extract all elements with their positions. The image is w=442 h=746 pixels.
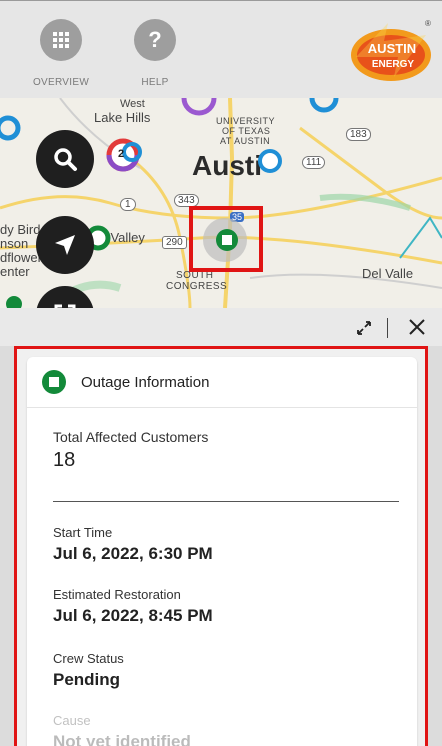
cause-field: Cause Not yet identified xyxy=(53,713,191,746)
restoration-field: Estimated Restoration Jul 6, 2022, 8:45 … xyxy=(53,587,213,626)
outage-status-icon xyxy=(42,370,66,394)
card-title: Outage Information xyxy=(81,373,210,391)
help-icon: ? xyxy=(134,19,176,61)
affected-field: Total Affected Customers 18 xyxy=(53,429,208,472)
help-label: HELP xyxy=(141,77,169,88)
cause-value: Not yet identified xyxy=(53,732,191,746)
outage-marker[interactable] xyxy=(181,98,217,116)
navigation-arrow-icon xyxy=(55,235,75,255)
crew-status-value: Pending xyxy=(53,670,121,689)
austin-energy-logo: AUSTIN ENERGY ® xyxy=(351,19,431,81)
top-bar: OVERVIEW ? HELP AUSTIN ENERGY ® xyxy=(0,0,442,99)
outage-panel: Outage Information Total Affected Custom… xyxy=(14,346,428,746)
search-button[interactable] xyxy=(36,130,94,188)
restoration-label: Estimated Restoration xyxy=(53,587,181,602)
outage-marker[interactable] xyxy=(0,115,21,141)
close-icon[interactable] xyxy=(406,316,428,338)
grid-icon xyxy=(40,19,82,61)
logo-text-energy: ENERGY xyxy=(372,59,415,70)
locate-button[interactable] xyxy=(36,216,94,274)
toolbar-divider xyxy=(387,318,388,338)
outage-marker[interactable] xyxy=(258,149,282,173)
section-divider xyxy=(53,501,399,502)
logo-text-austin: AUSTIN xyxy=(368,41,416,56)
overview-label: OVERVIEW xyxy=(32,77,90,88)
overview-button[interactable]: OVERVIEW xyxy=(26,19,96,88)
help-button[interactable]: ? HELP xyxy=(120,19,190,88)
registered-mark: ® xyxy=(425,19,431,28)
outage-marker[interactable] xyxy=(309,98,339,113)
affected-value: 18 xyxy=(53,449,76,471)
panel-toolbar xyxy=(0,308,442,346)
expand-icon[interactable] xyxy=(356,320,372,336)
search-icon xyxy=(54,148,77,171)
restoration-value: Jul 6, 2022, 8:45 PM xyxy=(53,606,213,625)
crew-status-label: Crew Status xyxy=(53,651,124,666)
cause-label: Cause xyxy=(53,713,91,728)
start-time-field: Start Time Jul 6, 2022, 6:30 PM xyxy=(53,525,213,564)
cluster-count: 2 xyxy=(118,148,125,160)
crew-status-field: Crew Status Pending xyxy=(53,651,124,690)
affected-label: Total Affected Customers xyxy=(53,429,209,445)
outage-card: Outage Information Total Affected Custom… xyxy=(27,357,417,746)
outage-map[interactable]: West Lake Hills UNIVERSITY OF TEXAS AT A… xyxy=(0,98,442,308)
card-header: Outage Information xyxy=(27,357,417,408)
help-glyph: ? xyxy=(148,27,162,52)
start-time-value: Jul 6, 2022, 6:30 PM xyxy=(53,544,213,563)
start-time-label: Start Time xyxy=(53,525,113,540)
